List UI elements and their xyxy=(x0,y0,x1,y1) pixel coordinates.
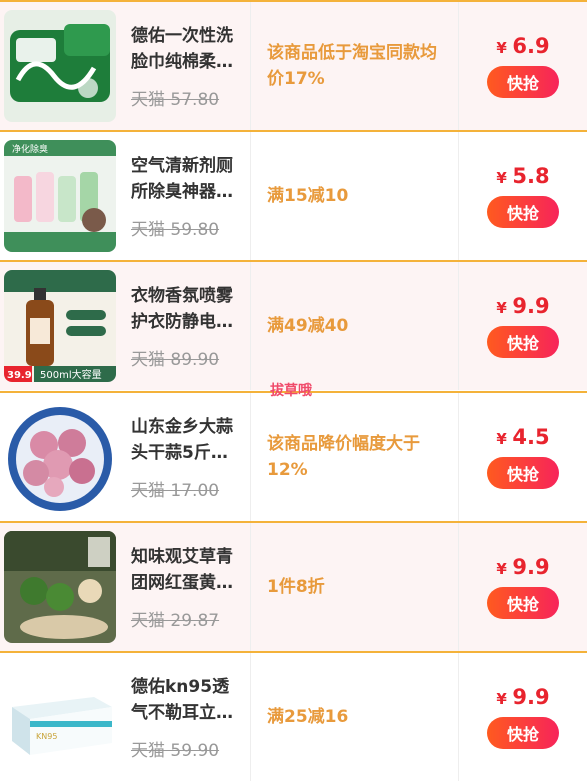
promo-cell: 该商品降价幅度大于12% xyxy=(251,393,459,521)
promo-cell: 满25减16 xyxy=(251,653,459,781)
original-price: 天猫 29.87 xyxy=(131,610,220,631)
product-thumbnail[interactable]: KN95 xyxy=(4,661,116,773)
promo-text: 满15减10 xyxy=(267,186,349,206)
promo-cell: 1件8折 xyxy=(251,523,459,651)
thumb-tag-text: 净化除臭 xyxy=(12,143,48,155)
product-cell: 德佑一次性洗脸巾纯棉柔… 天猫 57.80 xyxy=(0,2,251,130)
deal-price: ¥ 9.9 xyxy=(496,294,549,318)
product-cell: 39.9 500ml大容量 衣物香氛喷雾护衣防静电… 天猫 89.90 xyxy=(0,262,251,390)
currency-symbol: ¥ xyxy=(496,560,507,578)
original-price: 天猫 89.90 xyxy=(131,349,220,370)
product-cell: KN95 德佑kn95透气不勒耳立… 天猫 59.90 xyxy=(0,653,251,781)
deal-price: ¥ 9.9 xyxy=(496,685,549,709)
currency-symbol: ¥ xyxy=(496,430,507,448)
price-value: 9.9 xyxy=(512,294,550,318)
original-price: 天猫 17.00 xyxy=(131,480,220,501)
price-value: 9.9 xyxy=(512,685,550,709)
promo-text: 满49减40 xyxy=(267,316,349,336)
product-cell: 净化除臭 空气清新剂厕所除臭神器… 天猫 59.80 xyxy=(0,132,251,260)
buy-now-button[interactable]: 快抢 xyxy=(487,66,559,98)
product-thumbnail[interactable]: 39.9 500ml大容量 xyxy=(4,270,116,382)
product-title[interactable]: 德佑一次性洗脸巾纯棉柔… xyxy=(131,23,243,75)
product-row[interactable]: 净化除臭 空气清新剂厕所除臭神器… 天猫 59.80 满15减10 ¥ 5.8 … xyxy=(0,130,587,260)
product-row[interactable]: KN95 德佑kn95透气不勒耳立… 天猫 59.90 满25减16 ¥ 9.9… xyxy=(0,651,587,781)
price-cell: ¥ 9.9 快抢 xyxy=(459,523,587,651)
product-info: 知味观艾草青团网红蛋黄… 天猫 29.87 xyxy=(131,544,243,631)
product-thumbnail[interactable] xyxy=(4,531,116,643)
product-cell: 山东金乡大蒜头干蒜5斤… 天猫 17.00 xyxy=(0,393,251,521)
promo-text: 该商品低于淘宝同款均价17% xyxy=(267,43,437,89)
product-info: 衣物香氛喷雾护衣防静电… 天猫 89.90 xyxy=(131,283,243,370)
buy-now-button[interactable]: 快抢 xyxy=(487,196,559,228)
promo-text: 该商品降价幅度大于12% xyxy=(267,434,420,480)
price-cell: ¥ 4.5 快抢 xyxy=(459,393,587,521)
product-title[interactable]: 知味观艾草青团网红蛋黄… xyxy=(131,544,243,596)
product-title[interactable]: 德佑kn95透气不勒耳立… xyxy=(131,674,243,726)
promo-text: 满25减16 xyxy=(267,707,349,727)
product-info: 山东金乡大蒜头干蒜5斤… 天猫 17.00 xyxy=(131,414,243,501)
product-info: 空气清新剂厕所除臭神器… 天猫 59.80 xyxy=(131,153,243,240)
currency-symbol: ¥ xyxy=(496,690,507,708)
buy-now-button[interactable]: 快抢 xyxy=(487,587,559,619)
original-price: 天猫 57.80 xyxy=(131,89,220,110)
watermark-text: 拔草哦 xyxy=(270,383,312,399)
price-value: 6.9 xyxy=(512,34,550,58)
product-thumbnail[interactable] xyxy=(4,401,116,513)
mask-box-image: KN95 xyxy=(4,661,116,773)
face-towel-pack-image xyxy=(4,10,116,122)
product-cell: 知味观艾草青团网红蛋黄… 天猫 29.87 xyxy=(0,523,251,651)
currency-symbol: ¥ xyxy=(496,299,507,317)
buy-now-button[interactable]: 快抢 xyxy=(487,457,559,489)
product-row[interactable]: 德佑一次性洗脸巾纯棉柔… 天猫 57.80 该商品低于淘宝同款均价17% ¥ 6… xyxy=(0,0,587,130)
product-info: 德佑kn95透气不勒耳立… 天猫 59.90 xyxy=(131,674,243,761)
product-row[interactable]: 39.9 500ml大容量 衣物香氛喷雾护衣防静电… 天猫 89.90 满49减… xyxy=(0,260,587,390)
currency-symbol: ¥ xyxy=(496,169,507,187)
product-title[interactable]: 山东金乡大蒜头干蒜5斤… xyxy=(131,414,243,466)
promo-cell: 满49减40 xyxy=(251,262,459,390)
thumb-box-text: KN95 xyxy=(36,732,57,741)
price-cell: ¥ 6.9 快抢 xyxy=(459,2,587,130)
product-deal-list: 德佑一次性洗脸巾纯棉柔… 天猫 57.80 该商品低于淘宝同款均价17% ¥ 6… xyxy=(0,0,587,781)
product-title[interactable]: 衣物香氛喷雾护衣防静电… xyxy=(131,283,243,335)
original-price: 天猫 59.80 xyxy=(131,219,220,240)
product-info: 德佑一次性洗脸巾纯棉柔… 天猫 57.80 xyxy=(131,23,243,110)
product-thumbnail[interactable]: 净化除臭 xyxy=(4,140,116,252)
promo-cell: 该商品低于淘宝同款均价17% xyxy=(251,2,459,130)
promo-text: 1件8折 xyxy=(267,577,325,597)
product-thumbnail[interactable] xyxy=(4,10,116,122)
fabric-spray-bottle-image: 39.9 500ml大容量 xyxy=(4,270,116,382)
price-cell: ¥ 5.8 快抢 xyxy=(459,132,587,260)
deal-price: ¥ 9.9 xyxy=(496,555,549,579)
promo-cell: 满15减10 xyxy=(251,132,459,260)
product-row[interactable]: 知味观艾草青团网红蛋黄… 天猫 29.87 1件8折 ¥ 9.9 快抢 xyxy=(0,521,587,651)
deal-price: ¥ 5.8 xyxy=(496,164,549,188)
buy-now-button[interactable]: 快抢 xyxy=(487,326,559,358)
original-price: 天猫 59.90 xyxy=(131,740,220,761)
buy-now-button[interactable]: 快抢 xyxy=(487,717,559,749)
green-rice-ball-image xyxy=(4,531,116,643)
garlic-bowl-image xyxy=(4,401,116,513)
price-value: 9.9 xyxy=(512,555,550,579)
price-value: 5.8 xyxy=(512,164,550,188)
product-title[interactable]: 空气清新剂厕所除臭神器… xyxy=(131,153,243,205)
deal-price: ¥ 4.5 xyxy=(496,425,549,449)
deal-price: ¥ 6.9 xyxy=(496,34,549,58)
thumb-volume-text: 500ml大容量 xyxy=(40,368,102,381)
price-cell: ¥ 9.9 快抢 xyxy=(459,653,587,781)
product-row[interactable]: 山东金乡大蒜头干蒜5斤… 天猫 17.00 该商品降价幅度大于12% ¥ 4.5… xyxy=(0,391,587,521)
price-value: 4.5 xyxy=(512,425,550,449)
price-cell: ¥ 9.9 快抢 xyxy=(459,262,587,390)
air-freshener-bottles-image: 净化除臭 xyxy=(4,140,116,252)
currency-symbol: ¥ xyxy=(496,39,507,57)
thumb-badge-text: 39.9 xyxy=(7,370,32,381)
